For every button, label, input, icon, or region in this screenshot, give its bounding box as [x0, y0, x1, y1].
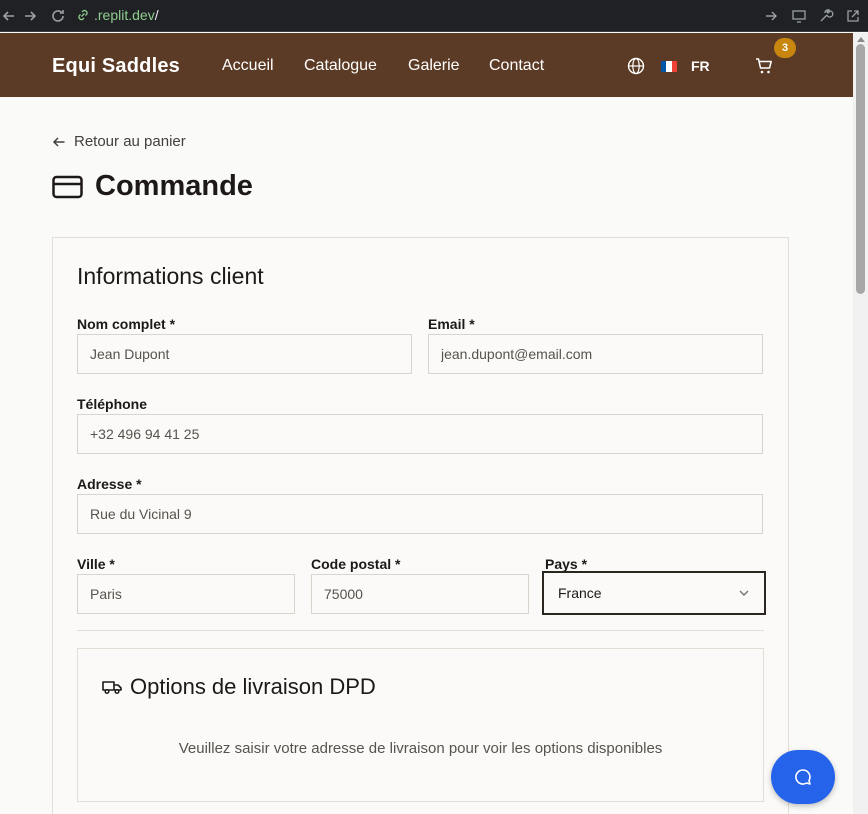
full-name-input[interactable]	[77, 334, 412, 374]
customer-info-title: Informations client	[77, 263, 264, 289]
customer-info-card: Informations client Nom complet * Email …	[52, 237, 789, 814]
full-name-label: Nom complet *	[77, 316, 176, 332]
shipping-title: Options de livraison DPD	[102, 674, 376, 700]
truck-icon	[102, 681, 122, 695]
wrench-icon[interactable]	[817, 7, 835, 25]
globe-icon[interactable]	[627, 57, 645, 75]
scrollbar-thumb[interactable]	[856, 44, 865, 294]
french-flag-icon[interactable]	[661, 61, 677, 72]
country-select[interactable]: France	[542, 571, 766, 615]
address-label: Adresse *	[77, 476, 142, 492]
link-icon	[78, 9, 88, 21]
back-to-cart-label: Retour au panier	[74, 133, 186, 150]
country-selected-value: France	[558, 585, 602, 601]
chat-button[interactable]	[771, 750, 835, 804]
country-label: Pays *	[545, 556, 588, 572]
address-bar[interactable]: .replit.dev /	[70, 4, 785, 26]
language-code[interactable]: FR	[691, 58, 710, 74]
page-scrollbar[interactable]	[853, 33, 868, 814]
brand-logo[interactable]: Equi Saddles	[52, 55, 180, 78]
phone-label: Téléphone	[77, 396, 148, 412]
shipping-heading: Options de livraison DPD	[130, 674, 376, 699]
back-to-cart-link[interactable]: Retour au panier	[52, 133, 186, 150]
cast-icon[interactable]	[790, 7, 808, 25]
site-header: Equi Saddles Accueil Catalogue Galerie C…	[0, 33, 853, 97]
postal-code-label: Code postal *	[311, 556, 401, 572]
credit-card-icon	[52, 175, 83, 198]
url-domain: .replit.dev	[94, 7, 155, 23]
reload-icon[interactable]	[49, 7, 67, 25]
chat-bubble-icon	[795, 769, 811, 785]
section-divider	[77, 630, 764, 631]
postal-code-input[interactable]	[311, 574, 529, 614]
page-title: Commande	[52, 170, 253, 203]
shipping-options-panel: Options de livraison DPD Veuillez saisir…	[77, 648, 764, 802]
scroll-up-arrow-icon[interactable]	[857, 37, 865, 42]
open-external-icon[interactable]	[844, 7, 862, 25]
shipping-note: Veuillez saisir votre adresse de livrais…	[178, 740, 663, 757]
email-label: Email *	[428, 316, 475, 332]
cart-count-badge: 3	[774, 38, 796, 58]
phone-input[interactable]	[77, 414, 763, 454]
nav-catalogue[interactable]: Catalogue	[304, 57, 377, 75]
email-input[interactable]	[428, 334, 763, 374]
browser-toolbar: .replit.dev /	[0, 0, 868, 32]
nav-contact[interactable]: Contact	[489, 57, 544, 75]
city-input[interactable]	[77, 574, 295, 614]
url-path: /	[154, 7, 159, 23]
page-heading: Commande	[95, 170, 253, 202]
back-arrow-icon[interactable]	[0, 7, 18, 25]
arrow-left-icon	[52, 136, 65, 147]
nav-galerie[interactable]: Galerie	[408, 57, 460, 75]
chevron-down-icon	[739, 590, 749, 596]
nav-accueil[interactable]: Accueil	[222, 57, 274, 75]
address-input[interactable]	[77, 494, 763, 534]
city-label: Ville *	[77, 556, 115, 572]
cart-icon[interactable]	[755, 57, 773, 75]
forward-arrow-icon[interactable]	[21, 7, 39, 25]
arrow-right-icon[interactable]	[762, 7, 780, 25]
